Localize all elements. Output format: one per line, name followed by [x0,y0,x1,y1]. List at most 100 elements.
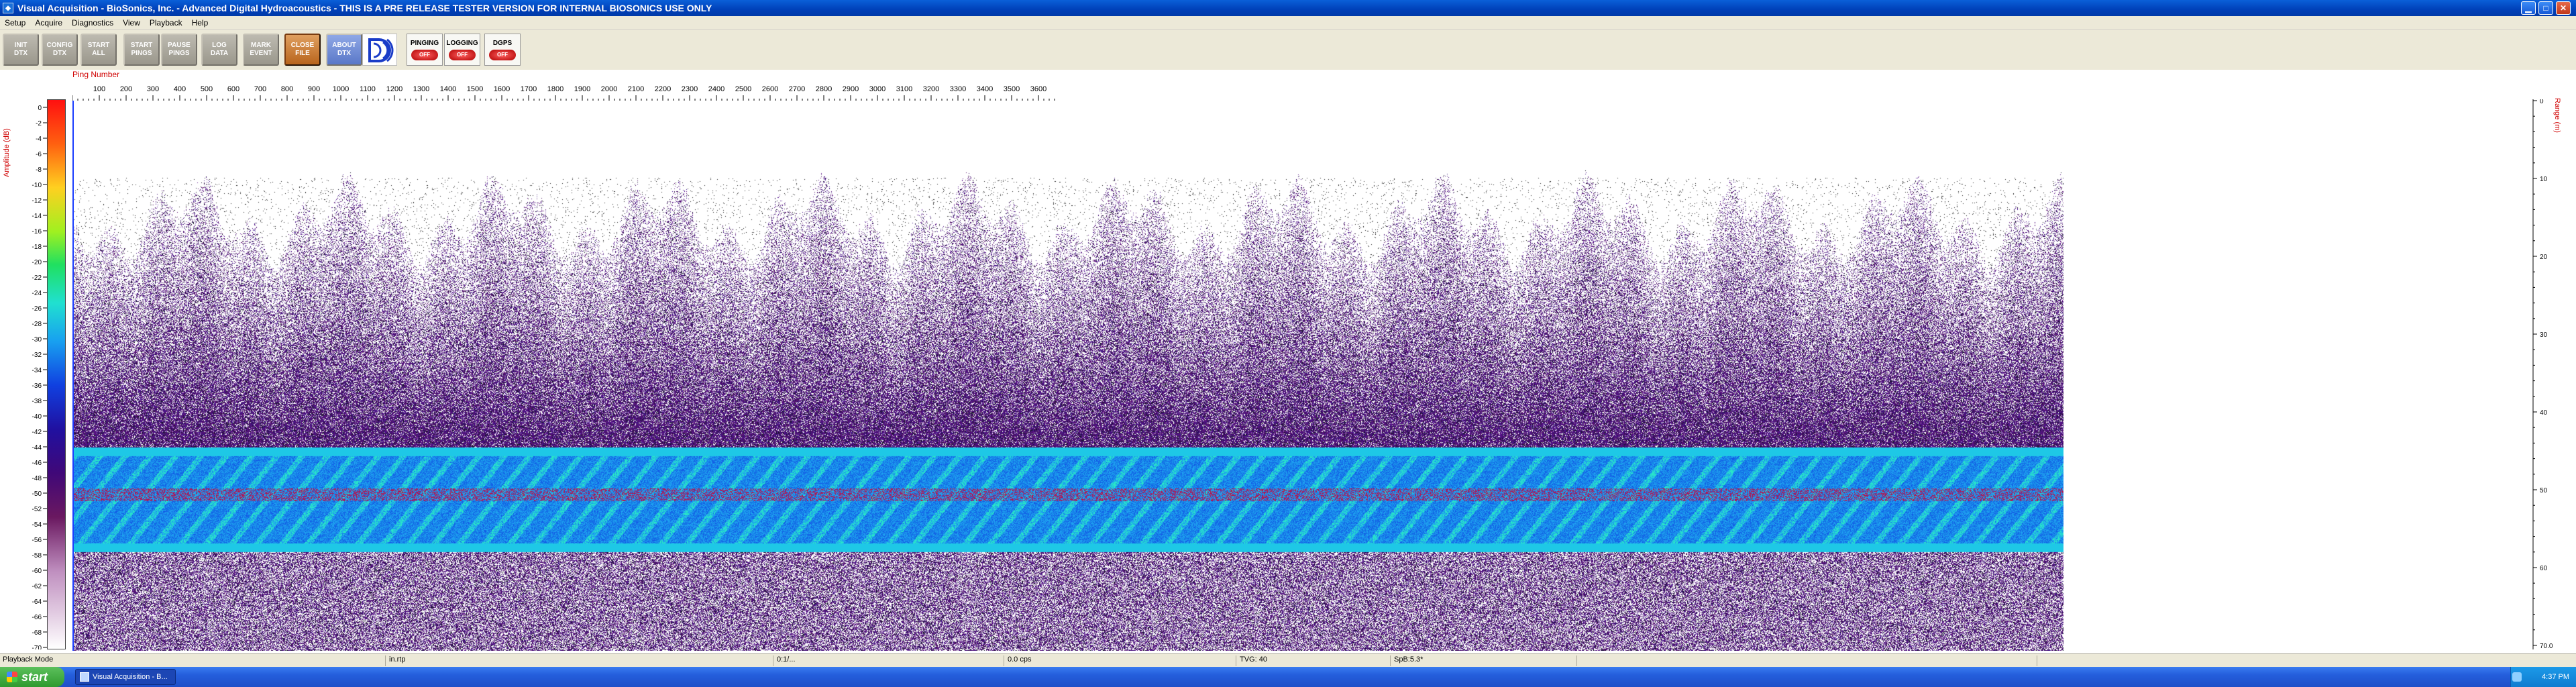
ping-tick-label: 2200 [655,85,671,93]
amplitude-tick-label: -34 [32,367,42,374]
ping-tick-label: 700 [254,85,266,93]
ping-tick-label: 3400 [977,85,993,93]
ping-tick-label: 2700 [789,85,805,93]
close-file-button[interactable]: CLOSE FILE [284,34,321,66]
ping-tick-label: 1300 [413,85,429,93]
amplitude-tick-label: -68 [32,629,42,637]
ping-tick-label: 1200 [386,85,402,93]
taskbar: start Visual Acquisition - B... 4:37 PM [0,667,2576,687]
ping-tick-label: 1000 [333,85,349,93]
amplitude-tick-label: 0 [38,105,42,112]
system-tray: 4:37 PM [2510,667,2576,687]
amplitude-tick-label: -28 [32,321,42,328]
menu-view[interactable]: View [118,18,145,28]
amplitude-tick-label: -38 [32,398,42,405]
start-all-button[interactable]: START ALL [80,34,117,66]
ping-tick-label: 1700 [521,85,537,93]
maximize-button[interactable]: □ [2538,1,2553,15]
ping-tick-label: 1800 [547,85,564,93]
start-pings-button[interactable]: START PINGS [123,34,160,66]
ping-tick-label: 2100 [628,85,644,93]
ping-tick-label: 2400 [708,85,724,93]
amplitude-tick-label: -18 [32,244,42,251]
minimize-button[interactable]: ▁ [2521,1,2536,15]
ping-tick-label: 2900 [843,85,859,93]
ping-tick-label: 2600 [762,85,778,93]
amplitude-tick-label: -2 [36,120,42,127]
menu-help[interactable]: Help [187,18,213,28]
amplitude-tick-label: -64 [32,598,42,606]
amplitude-tick-label: -32 [32,352,42,359]
amplitude-tick-label: -54 [32,521,42,529]
amplitude-tick-label: -12 [32,197,42,205]
close-button[interactable]: ✕ [2556,1,2571,15]
amplitude-axis-label: Amplitude (dB) [3,128,11,177]
mark-event-button[interactable]: MARK EVENT [243,34,279,66]
start-button[interactable]: start [0,667,64,687]
menu-acquire[interactable]: Acquire [30,18,67,28]
ping-axis-label: Ping Number [72,70,120,79]
ping-tick-label: 300 [147,85,159,93]
ping-tick-label: 2300 [682,85,698,93]
amplitude-tick-label: -22 [32,274,42,282]
echogram-data-canvas [74,101,2063,651]
amplitude-tick-label: -36 [32,382,42,390]
logging-indicator: LOGGING OFF [444,34,480,66]
clock: 4:37 PM [2542,673,2569,681]
windows-flag-icon [7,672,17,682]
echogram-display[interactable] [72,101,2532,651]
amplitude-tick-label: -6 [36,151,42,158]
amplitude-tick-label: -58 [32,552,42,560]
status-divider [385,655,386,666]
ping-tick-label: 3000 [869,85,885,93]
range-tick-label: 0 [2540,99,2544,105]
taskbar-item-visual-acquisition[interactable]: Visual Acquisition - B... [75,669,176,685]
echogram-panel: Ping Number 100 200 300 400 500 600 700 800 900 1… [0,70,2576,653]
menu-diagnostics[interactable]: Diagnostics [67,18,118,28]
ping-tick-label: 1500 [467,85,483,93]
ping-tick-label: 3300 [950,85,966,93]
network-icon[interactable] [2512,672,2522,682]
pinging-indicator: PINGING OFF [407,34,443,66]
amplitude-tick-label: -8 [36,166,42,174]
ping-tick-label: 3200 [923,85,939,93]
range-tick-label: 60 [2540,565,2548,572]
amplitude-tick-label: -26 [32,305,42,313]
amplitude-tick-label: -10 [32,182,42,189]
amplitude-tick-label: -66 [32,614,42,621]
config-dtx-button[interactable]: CONFIG DTX [42,34,78,66]
amplitude-tick-label: -30 [32,336,42,344]
amplitude-tick-label: -20 [32,259,42,266]
ping-tick-label: 400 [174,85,186,93]
status-divider [1390,655,1391,666]
amplitude-tick-label: -46 [32,460,42,467]
range-axis-label: Range (m) [2553,98,2561,133]
about-dtx-button[interactable]: ABOUT DTX [326,34,362,66]
range-tick-label: 20 [2540,254,2548,261]
ping-tick-label: 1100 [360,85,376,93]
init-dtx-button[interactable]: INIT DTX [3,34,39,66]
pause-pings-button[interactable]: PAUSE PINGS [161,34,197,66]
ping-tick-label: 3600 [1030,85,1046,93]
range-tick-label: 10 [2540,176,2548,183]
status-time: 0:1/... [777,655,796,664]
menu-bar: Setup Acquire Diagnostics View Playback … [0,16,2576,30]
log-data-button[interactable]: LOG DATA [201,34,237,66]
status-rate: 0.0 cps [1008,655,1032,664]
amplitude-tick-label: -42 [32,429,42,436]
amplitude-tick-label: -56 [32,537,42,544]
ping-tick-label: 3100 [896,85,912,93]
menu-playback[interactable]: Playback [145,18,187,28]
dgps-lamp-icon: OFF [489,49,516,60]
amplitude-colorbar [47,99,66,649]
amplitude-tick-label: -40 [32,413,42,421]
amplitude-tick-label: -50 [32,490,42,498]
menu-setup[interactable]: Setup [0,18,30,28]
ping-tick-label: 2000 [601,85,617,93]
window-title: Visual Acquisition - BioSonics, Inc. - A… [17,3,712,13]
ping-tick-label: 2500 [735,85,751,93]
amplitude-tick-label: -70 [32,645,42,649]
range-tick-label: 50 [2540,487,2548,494]
biosonics-logo-icon [362,34,397,66]
amplitude-tick-label: -44 [32,444,42,452]
